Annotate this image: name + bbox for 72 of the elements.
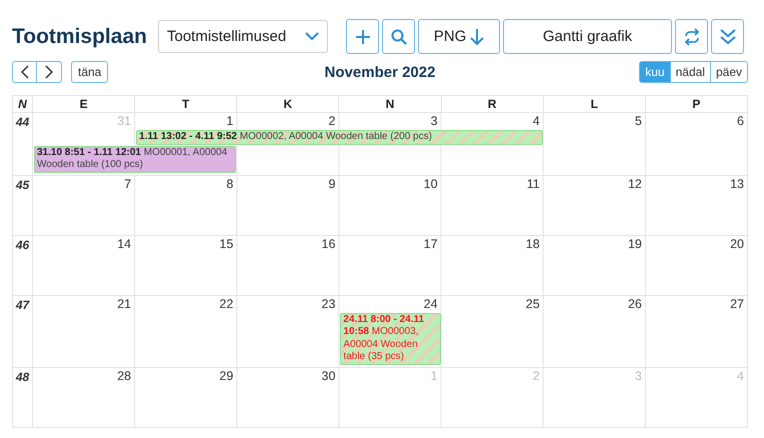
double-chevron-down-icon xyxy=(718,28,736,46)
date-number: 11 xyxy=(526,176,540,190)
date-number: 21 xyxy=(117,296,132,310)
date-number: 12 xyxy=(628,176,642,190)
week-number: 45 xyxy=(13,176,33,234)
weekday-header: N xyxy=(339,96,442,112)
page-title: Tootmisplaan xyxy=(12,24,148,48)
refresh-icon xyxy=(682,28,700,46)
gantt-chart-button[interactable]: Gantti graafik xyxy=(503,19,672,54)
date-number: 3 xyxy=(634,368,642,382)
week-number: 48 xyxy=(13,368,33,426)
date-number: 22 xyxy=(219,296,234,310)
weekday-header: K xyxy=(237,96,340,112)
arrow-down-icon xyxy=(470,28,484,46)
date-number: 16 xyxy=(322,236,336,250)
view-tab[interactable]: nädal xyxy=(670,61,711,83)
calendar-event[interactable]: 31.10 8:51 - 1.11 12:01 MO00001, A00004 Wooden table (100 pcs) xyxy=(34,146,236,172)
date-number: 5 xyxy=(634,114,642,128)
date-number: 19 xyxy=(628,236,642,250)
date-number: 2 xyxy=(532,368,540,382)
date-number: 10 xyxy=(424,176,438,190)
expand-button[interactable] xyxy=(711,19,744,54)
chevron-right-icon xyxy=(45,65,53,79)
date-number: 14 xyxy=(117,236,132,250)
date-number: 2 xyxy=(328,114,336,128)
date-number: 31 xyxy=(117,114,132,128)
view-tab[interactable]: päev xyxy=(710,61,748,83)
date-number: 15 xyxy=(219,236,234,250)
refresh-button[interactable] xyxy=(675,19,708,54)
chevron-down-icon xyxy=(305,32,319,41)
date-number: 28 xyxy=(117,368,132,382)
date-number: 1 xyxy=(430,368,438,382)
next-button[interactable] xyxy=(37,61,62,83)
date-number: 23 xyxy=(322,296,336,310)
week-number: 44 xyxy=(13,113,33,174)
weekday-header: E xyxy=(33,96,136,112)
date-number: 20 xyxy=(730,236,744,250)
weekday-header: R xyxy=(442,96,544,112)
date-number: 4 xyxy=(737,368,744,382)
chevron-left-icon xyxy=(20,65,28,79)
date-number: 6 xyxy=(737,114,744,128)
week-number: 47 xyxy=(13,296,33,366)
plus-icon xyxy=(354,28,370,44)
date-number: 1 xyxy=(226,114,234,128)
export-png-button[interactable]: PNG xyxy=(418,19,500,54)
date-number: 26 xyxy=(628,296,642,310)
period-title: November 2022 xyxy=(324,64,436,80)
weekday-header: P xyxy=(646,96,748,112)
calendar-event[interactable]: 1.11 13:02 - 4.11 9:52 MO00002, A00004 Wooden table (200 pcs) xyxy=(136,130,543,144)
date-number: 7 xyxy=(124,176,132,190)
source-select[interactable]: Tootmistellimused xyxy=(158,20,328,53)
date-number: 9 xyxy=(328,176,336,190)
search-button[interactable] xyxy=(382,19,415,54)
date-number: 30 xyxy=(322,368,336,382)
today-button[interactable]: täna xyxy=(71,61,108,83)
date-number: 8 xyxy=(226,176,234,190)
date-number: 29 xyxy=(219,368,234,382)
week-header: N xyxy=(13,96,33,112)
date-number: 17 xyxy=(424,236,438,250)
search-icon xyxy=(390,28,406,44)
add-button[interactable] xyxy=(346,19,379,54)
date-number: 3 xyxy=(430,114,438,128)
weekday-header: L xyxy=(544,96,646,112)
date-number: 27 xyxy=(730,296,744,310)
weekday-header: T xyxy=(135,96,238,112)
date-number: 18 xyxy=(526,236,540,250)
week-number: 46 xyxy=(13,236,33,294)
previous-button[interactable] xyxy=(12,61,37,83)
date-number: 4 xyxy=(532,114,540,128)
date-number: 24 xyxy=(424,296,438,310)
date-number: 25 xyxy=(526,296,540,310)
date-number: 13 xyxy=(730,176,744,190)
